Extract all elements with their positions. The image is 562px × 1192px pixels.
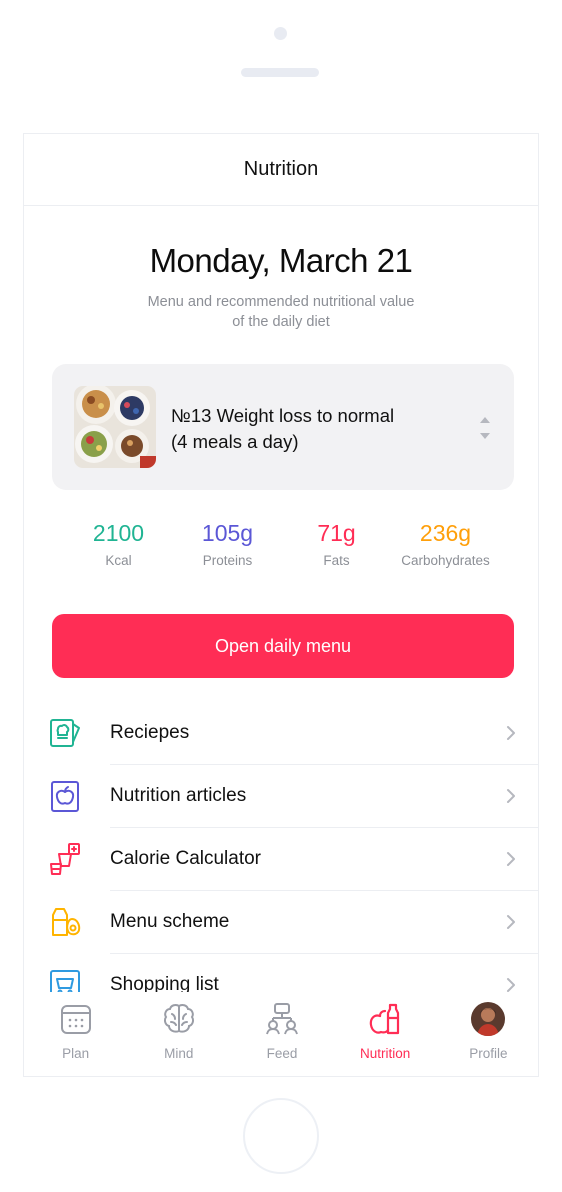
- menu-item-menu-scheme[interactable]: Menu scheme: [24, 891, 538, 954]
- chevron-right-icon: [507, 789, 515, 803]
- macro-fats: 71g Fats: [282, 519, 391, 568]
- chevron-right-icon: [507, 915, 515, 929]
- app-screen: Nutrition Monday, March 21 Menu and reco…: [23, 133, 539, 1077]
- tab-profile[interactable]: Profile: [437, 992, 538, 1076]
- menu-item-nutrition-articles[interactable]: Nutrition articles: [24, 765, 538, 828]
- macro-carbohydrates: 236g Carbohydrates: [391, 519, 500, 568]
- meal-photo: [74, 386, 156, 468]
- brain-icon: [163, 1004, 194, 1033]
- menu-item-label: Menu scheme: [110, 911, 230, 932]
- diet-plan-selector[interactable]: №13 Weight loss to normal (4 meals a day…: [52, 364, 514, 490]
- calculator-cups-icon: [50, 843, 80, 875]
- macro-value: 71g: [317, 520, 356, 546]
- menu-item-label: Calorie Calculator: [110, 848, 262, 869]
- apple-article-icon: [51, 781, 79, 812]
- calendar-icon: [60, 1005, 91, 1034]
- basket-icon: [50, 970, 80, 992]
- macros-summary: 2100 Kcal 105g Proteins 71g Fats 236g Ca…: [64, 519, 500, 568]
- tab-label: Feed: [266, 1046, 298, 1061]
- macro-value: 2100: [92, 520, 145, 546]
- chevron-right-icon: [507, 726, 515, 740]
- date-subtitle: Menu and recommended nutritional value o…: [24, 292, 538, 332]
- open-daily-menu-button[interactable]: Open daily menu: [52, 614, 514, 678]
- macro-value: 105g: [201, 520, 254, 546]
- date-heading: Monday, March 21: [149, 242, 413, 279]
- menu-item-reciepes[interactable]: Reciepes: [24, 702, 538, 765]
- macro-label: Fats: [323, 553, 350, 568]
- front-camera: [274, 27, 287, 40]
- open-daily-menu-label: Open daily menu: [214, 635, 352, 656]
- speaker-grill: [241, 68, 319, 77]
- chef-hat-icon: [50, 719, 80, 747]
- macro-label: Kcal: [105, 553, 132, 568]
- macro-label: Proteins: [202, 553, 253, 568]
- chevron-right-icon: [507, 852, 515, 866]
- milk-avocado-icon: [52, 908, 81, 936]
- page-title: Nutrition: [243, 158, 319, 180]
- macro-proteins: 105g Proteins: [173, 519, 282, 568]
- subtitle-line-2: of the daily diet: [232, 314, 330, 330]
- tab-label: Profile: [469, 1046, 508, 1061]
- tab-label: Nutrition: [360, 1046, 411, 1061]
- menu-item-label: Reciepes: [110, 722, 190, 743]
- avatar: [471, 1002, 506, 1036]
- subtitle-line-1: Menu and recommended nutritional value: [147, 294, 415, 310]
- tab-plan[interactable]: Plan: [24, 992, 127, 1076]
- macro-label: Carbohydrates: [401, 553, 490, 568]
- sort-arrows-icon[interactable]: [478, 415, 492, 441]
- nutrition-menu-list: Reciepes Nutrition articles Calorie Calc…: [24, 702, 538, 992]
- chevron-right-icon: [507, 978, 515, 992]
- macro-value: 236g: [419, 520, 472, 546]
- menu-item-shopping-list[interactable]: Shopping list: [24, 954, 538, 992]
- menu-item-label: Shopping list: [110, 974, 219, 992]
- macro-kcal: 2100 Kcal: [64, 519, 173, 568]
- menu-item-calorie-calculator[interactable]: Calorie Calculator: [24, 828, 538, 891]
- plan-name-line-1: №13 Weight loss to normal: [171, 405, 395, 426]
- nutrition-icon: [369, 1003, 400, 1035]
- feed-icon: [265, 1003, 298, 1035]
- bottom-tab-bar: Plan Mind Feed Nutrition Profile: [24, 992, 538, 1076]
- plan-name: №13 Weight loss to normal (4 meals a day…: [171, 403, 394, 455]
- tab-label: Mind: [164, 1046, 194, 1061]
- plan-name-line-2: (4 meals a day): [171, 431, 299, 452]
- tab-nutrition[interactable]: Nutrition: [334, 992, 437, 1076]
- tab-mind[interactable]: Mind: [127, 992, 230, 1076]
- tab-label: Plan: [62, 1046, 90, 1061]
- home-button[interactable]: [243, 1098, 319, 1174]
- tab-feed[interactable]: Feed: [230, 992, 333, 1076]
- top-bar: Nutrition: [24, 134, 538, 206]
- menu-item-label: Nutrition articles: [110, 785, 247, 806]
